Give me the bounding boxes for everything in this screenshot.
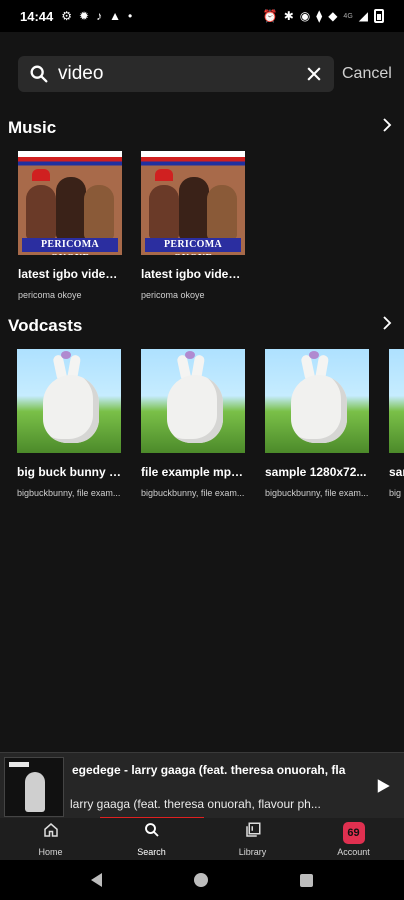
section-title: Music	[8, 117, 57, 137]
music-thumbnail: PERICOMA OKOYE	[141, 151, 245, 255]
music-card[interactable]: PERICOMA OKOYE latest igbo video... peri…	[18, 151, 122, 300]
tab-label: Account	[337, 846, 370, 857]
dot-icon: •	[127, 9, 133, 23]
vodcast-card[interactable]: big buck bunny a... bigbuckbunny, file e…	[17, 349, 121, 498]
thumb-butterfly	[185, 351, 195, 359]
cancel-button[interactable]: Cancel	[342, 65, 392, 83]
search-bar: Cancel	[18, 56, 394, 92]
music-row: PERICOMA OKOYE latest igbo video... peri…	[0, 151, 404, 311]
eye-icon: ◉	[299, 9, 311, 23]
tab-label: Search	[137, 847, 166, 857]
status-time: 14:44	[20, 8, 54, 24]
search-input[interactable]	[58, 63, 303, 85]
tab-search[interactable]: Search	[101, 818, 202, 860]
thumb-banner: PERICOMA OKOYE	[22, 238, 118, 255]
card-title: sample 1280x72...	[265, 465, 367, 479]
signal-icon: ◢	[358, 9, 368, 23]
search-icon	[143, 821, 161, 844]
album-art	[4, 757, 64, 817]
vodcast-thumbnail	[141, 349, 245, 453]
system-icons: ⏰ ✱ ◉ ⧫ ◆ 4G ◢	[263, 9, 384, 23]
thumb-bunny	[291, 375, 347, 443]
player-artist: larry gaaga (feat. theresa onuorah, flav…	[70, 797, 321, 811]
card-subtitle: bigbuckbunny, file exam...	[265, 488, 369, 498]
thumb-figure	[26, 185, 56, 239]
thumb-hat	[155, 169, 173, 181]
art-header	[9, 762, 29, 767]
chevron-right-icon[interactable]	[378, 116, 396, 139]
gear-icon: ✹	[79, 9, 90, 23]
thumb-banner: PERICOMA OKOYE	[145, 238, 241, 255]
thumb-bunny	[43, 375, 99, 443]
search-icon	[28, 63, 50, 85]
system-nav-bar	[0, 860, 404, 900]
music-card[interactable]: PERICOMA OKOYE latest igbo video... peri…	[141, 151, 245, 300]
vibrate-icon: ⧫	[316, 9, 323, 23]
music-section-header[interactable]: Music	[8, 116, 396, 139]
thumb-figure	[179, 177, 209, 239]
library-icon	[244, 821, 262, 844]
tab-library[interactable]: Library	[202, 818, 303, 860]
card-title: sam	[389, 465, 404, 479]
card-subtitle: big	[389, 488, 402, 498]
card-subtitle: pericoma okoye	[18, 290, 82, 300]
back-icon[interactable]	[91, 873, 102, 887]
vodcast-thumbnail	[265, 349, 369, 453]
bottom-nav: Home Search Library 69 Account	[0, 818, 404, 860]
player-title: egedege - larry gaaga (feat. theresa onu…	[72, 763, 346, 777]
clear-icon[interactable]	[303, 63, 324, 85]
mini-player[interactable]: egedege - larry gaaga (feat. theresa onu…	[0, 752, 404, 820]
thumb-figure	[84, 185, 114, 239]
notification-icon: ▲	[109, 9, 121, 23]
home-button-icon[interactable]	[194, 873, 208, 887]
music-thumbnail: PERICOMA OKOYE	[18, 151, 122, 255]
vodcast-card[interactable]: sample 1280x72... bigbuckbunny, file exa…	[265, 349, 369, 498]
art-figure	[25, 772, 45, 812]
vodcast-card[interactable]: sam big	[389, 349, 404, 498]
card-subtitle: bigbuckbunny, file exam...	[141, 488, 245, 498]
bluetooth-icon: ✱	[283, 9, 294, 23]
notification-icons: ⚙ ✹ ♪ ▲ •	[61, 9, 132, 23]
card-title: file example mp4...	[141, 465, 245, 479]
vodcasts-row: big buck bunny a... bigbuckbunny, file e…	[0, 349, 404, 509]
thumb-butterfly	[309, 351, 319, 359]
vodcasts-section-header[interactable]: Vodcasts	[8, 314, 396, 337]
account-icon: 69	[342, 821, 365, 844]
vodcast-thumbnail	[389, 349, 404, 453]
bell-icon: ♪	[96, 9, 103, 23]
card-title: latest igbo video...	[141, 267, 245, 281]
wifi-icon: ◆	[328, 9, 338, 23]
home-icon	[42, 821, 60, 844]
vodcast-card[interactable]: file example mp4... bigbuckbunny, file e…	[141, 349, 245, 498]
network-label: 4G	[343, 12, 353, 20]
section-title: Vodcasts	[8, 315, 83, 335]
card-subtitle: bigbuckbunny, file exam...	[17, 488, 121, 498]
tab-account[interactable]: 69 Account	[303, 818, 404, 860]
tab-label: Home	[38, 847, 63, 857]
alarm-icon: ⏰	[262, 9, 278, 23]
card-subtitle: pericoma okoye	[141, 290, 205, 300]
thumb-figure	[207, 185, 237, 239]
card-title: latest igbo video...	[18, 267, 122, 281]
thumb-butterfly	[61, 351, 71, 359]
tab-label: Library	[238, 847, 267, 857]
battery-icon	[374, 9, 384, 23]
settings-icon: ⚙	[61, 9, 73, 23]
play-icon[interactable]	[374, 777, 392, 795]
search-box[interactable]	[18, 56, 334, 92]
status-bar: 14:44 ⚙ ✹ ♪ ▲ • ⏰ ✱ ◉ ⧫ ◆ 4G ◢	[0, 0, 404, 32]
vodcast-thumbnail	[17, 349, 121, 453]
chevron-right-icon[interactable]	[378, 314, 396, 337]
thumb-hat	[32, 169, 50, 181]
recents-icon[interactable]	[300, 873, 313, 887]
thumb-bunny	[167, 375, 223, 443]
card-title: big buck bunny a...	[17, 465, 121, 479]
thumb-figure	[56, 177, 86, 239]
tab-home[interactable]: Home	[0, 818, 101, 860]
thumb-figure	[149, 185, 179, 239]
